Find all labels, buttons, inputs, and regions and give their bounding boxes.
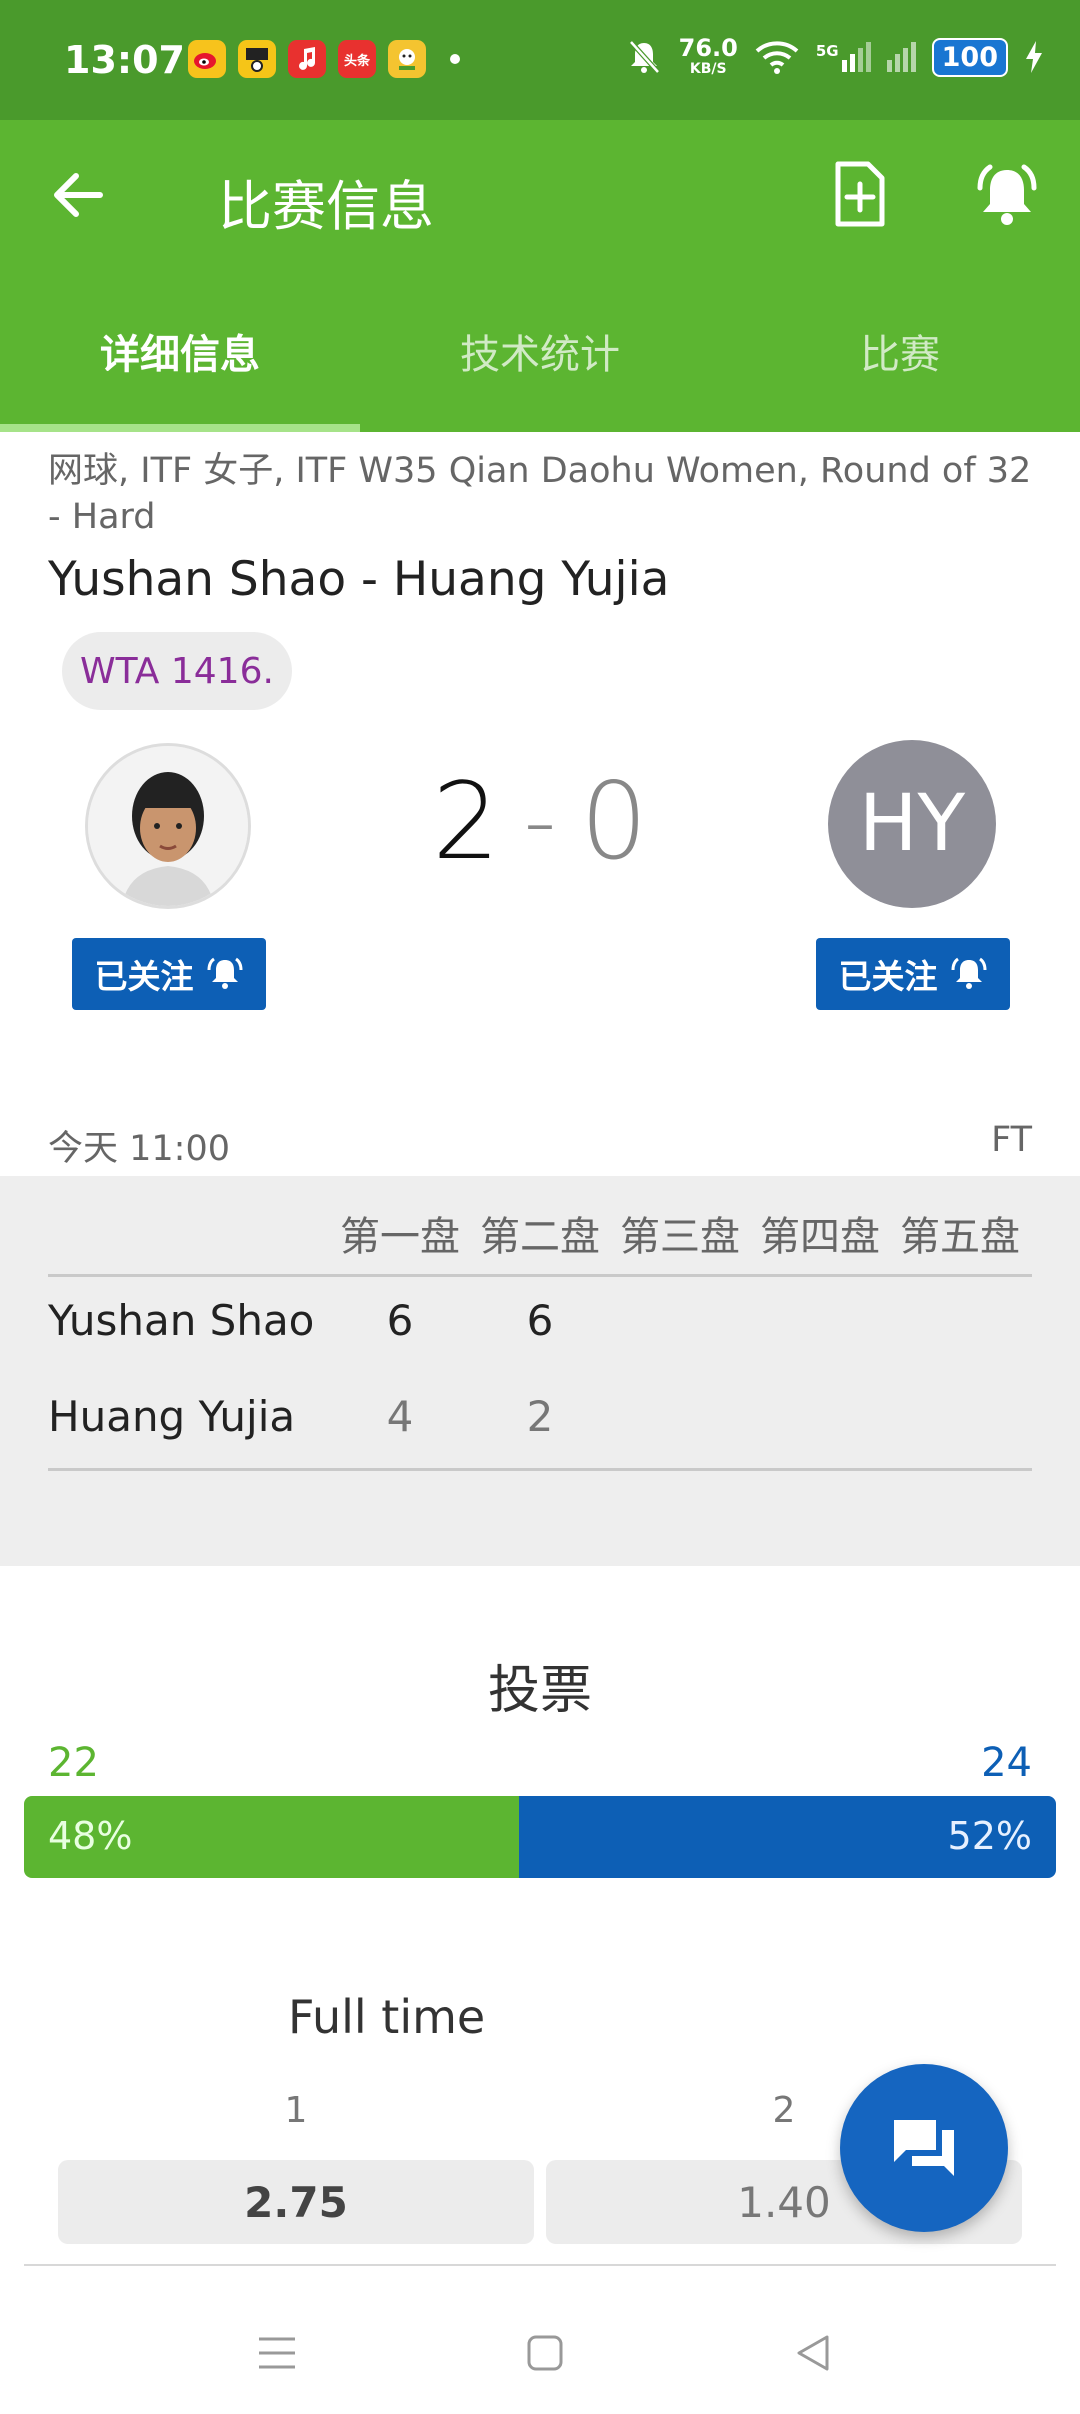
weibo-icon (188, 40, 226, 78)
set-header: 第二盘 (480, 1214, 600, 1260)
home-icon[interactable] (510, 2318, 580, 2388)
match-date: 今天 11:00 (48, 1129, 230, 1169)
set-score: 6 (526, 1296, 554, 1345)
toutiao-icon: 头条 (338, 40, 376, 78)
menu-icon[interactable] (242, 2318, 312, 2388)
divider (24, 2264, 1056, 2266)
signal-bar (894, 54, 900, 72)
match-status: FT (991, 1120, 1032, 1160)
status-bar: 13:07 头条 76.0 KB/S 5G 100 (0, 0, 1080, 120)
add-document-icon[interactable] (830, 160, 894, 230)
vote-title: 投票 (487, 1661, 592, 1721)
player-name: Huang Yujia (48, 1392, 296, 1441)
signal-bar (841, 60, 847, 72)
signal-bar (886, 60, 892, 72)
match-date-row: 今天 11:00 FT (48, 1120, 1032, 1171)
set-header: 第五盘 (900, 1214, 1020, 1260)
follow-away-button[interactable]: 已关注 (816, 938, 1010, 1010)
status-time: 13:07 (64, 38, 185, 82)
mute-bell-icon (628, 40, 660, 74)
bell-icon[interactable] (972, 162, 1042, 230)
tab-bar: 详细信息 技术统计 比赛 (0, 270, 1080, 432)
odds-home-button[interactable]: 2.75 (58, 2160, 534, 2244)
score-separator: - (523, 769, 557, 874)
signal-bar (865, 42, 871, 72)
net-speed: 76.0 KB/S (678, 34, 738, 77)
status-right: 76.0 KB/S 5G 100 (625, 36, 1044, 78)
player-home-avatar[interactable] (85, 743, 251, 909)
home-score: 2 (432, 760, 500, 883)
tab-details[interactable]: 详细信息 (0, 270, 360, 432)
charging-icon (1026, 41, 1042, 73)
tab-matches[interactable]: 比赛 (720, 270, 1080, 432)
battery-indicator: 100 (931, 37, 1008, 77)
music-icon (288, 40, 326, 78)
signal-5g: 5G (816, 42, 871, 72)
chat-fab-button[interactable] (840, 2064, 1008, 2232)
vote-away-count: 24 (981, 1740, 1032, 1786)
breadcrumb[interactable]: 网球, ITF 女子, ITF W35 Qian Daohu Women, Ro… (48, 448, 1038, 540)
set-score: 6 (386, 1296, 414, 1345)
bell-ring-icon (207, 957, 242, 989)
system-nav-bar (0, 2290, 1080, 2414)
set-header: 第四盘 (760, 1214, 880, 1260)
page-title: 比赛信息 (218, 175, 434, 238)
wifi-icon (755, 41, 799, 74)
match-title: Yushan Shao - Huang Yujia (48, 552, 670, 607)
reading-app-icon (388, 40, 426, 78)
set-headers: 第一盘 第二盘 第三盘 第四盘 第五盘 (330, 1204, 1030, 1262)
divider (48, 1468, 1032, 1471)
follow-home-button[interactable]: 已关注 (72, 938, 266, 1010)
tab-statistics[interactable]: 技术统计 (360, 270, 720, 432)
set-score: 4 (386, 1392, 414, 1441)
signal-bar (910, 42, 916, 72)
chat-icon (894, 2120, 954, 2176)
vote-home-percent: 48% (48, 1814, 133, 1858)
vote-home-segment[interactable]: 48% (24, 1796, 520, 1878)
back-arrow-icon[interactable] (48, 165, 118, 225)
odds-title: Full time (288, 1990, 486, 2044)
app-bar: 比赛信息 (0, 120, 1080, 270)
signal-bar (902, 48, 908, 72)
away-score: 0 (580, 760, 648, 883)
set-scores-table: 第一盘 第二盘 第三盘 第四盘 第五盘 Yushan Shao 6 6 Huan… (0, 1176, 1080, 1566)
rank-chip[interactable]: WTA 1416. (62, 632, 292, 710)
tab-indicator (0, 424, 360, 432)
player-away-avatar[interactable]: HY (828, 740, 996, 908)
odds-label: 1 (284, 2090, 308, 2131)
follow-label: 已关注 (94, 957, 194, 996)
nav-back-icon[interactable] (778, 2318, 848, 2388)
bell-ring-icon (951, 957, 986, 989)
signal-bar (857, 48, 863, 72)
set-score: 2 (526, 1392, 554, 1441)
vote-home-count: 22 (48, 1740, 99, 1786)
notification-dot (450, 54, 460, 64)
divider (48, 1274, 1032, 1277)
signal-bar (849, 54, 855, 72)
vote-away-segment[interactable]: 52% (519, 1796, 1056, 1878)
match-score: 2 - 0 (430, 760, 650, 883)
set-header: 第一盘 (340, 1214, 460, 1260)
follow-label: 已关注 (838, 957, 938, 996)
vote-bar[interactable]: 48% 52% (24, 1796, 1056, 1878)
news-app-icon (238, 40, 276, 78)
set-header: 第三盘 (620, 1214, 740, 1260)
vote-away-percent: 52% (947, 1814, 1032, 1858)
signal-secondary (886, 42, 916, 72)
status-app-icons: 头条 (188, 40, 460, 78)
player-name: Yushan Shao (48, 1296, 315, 1345)
